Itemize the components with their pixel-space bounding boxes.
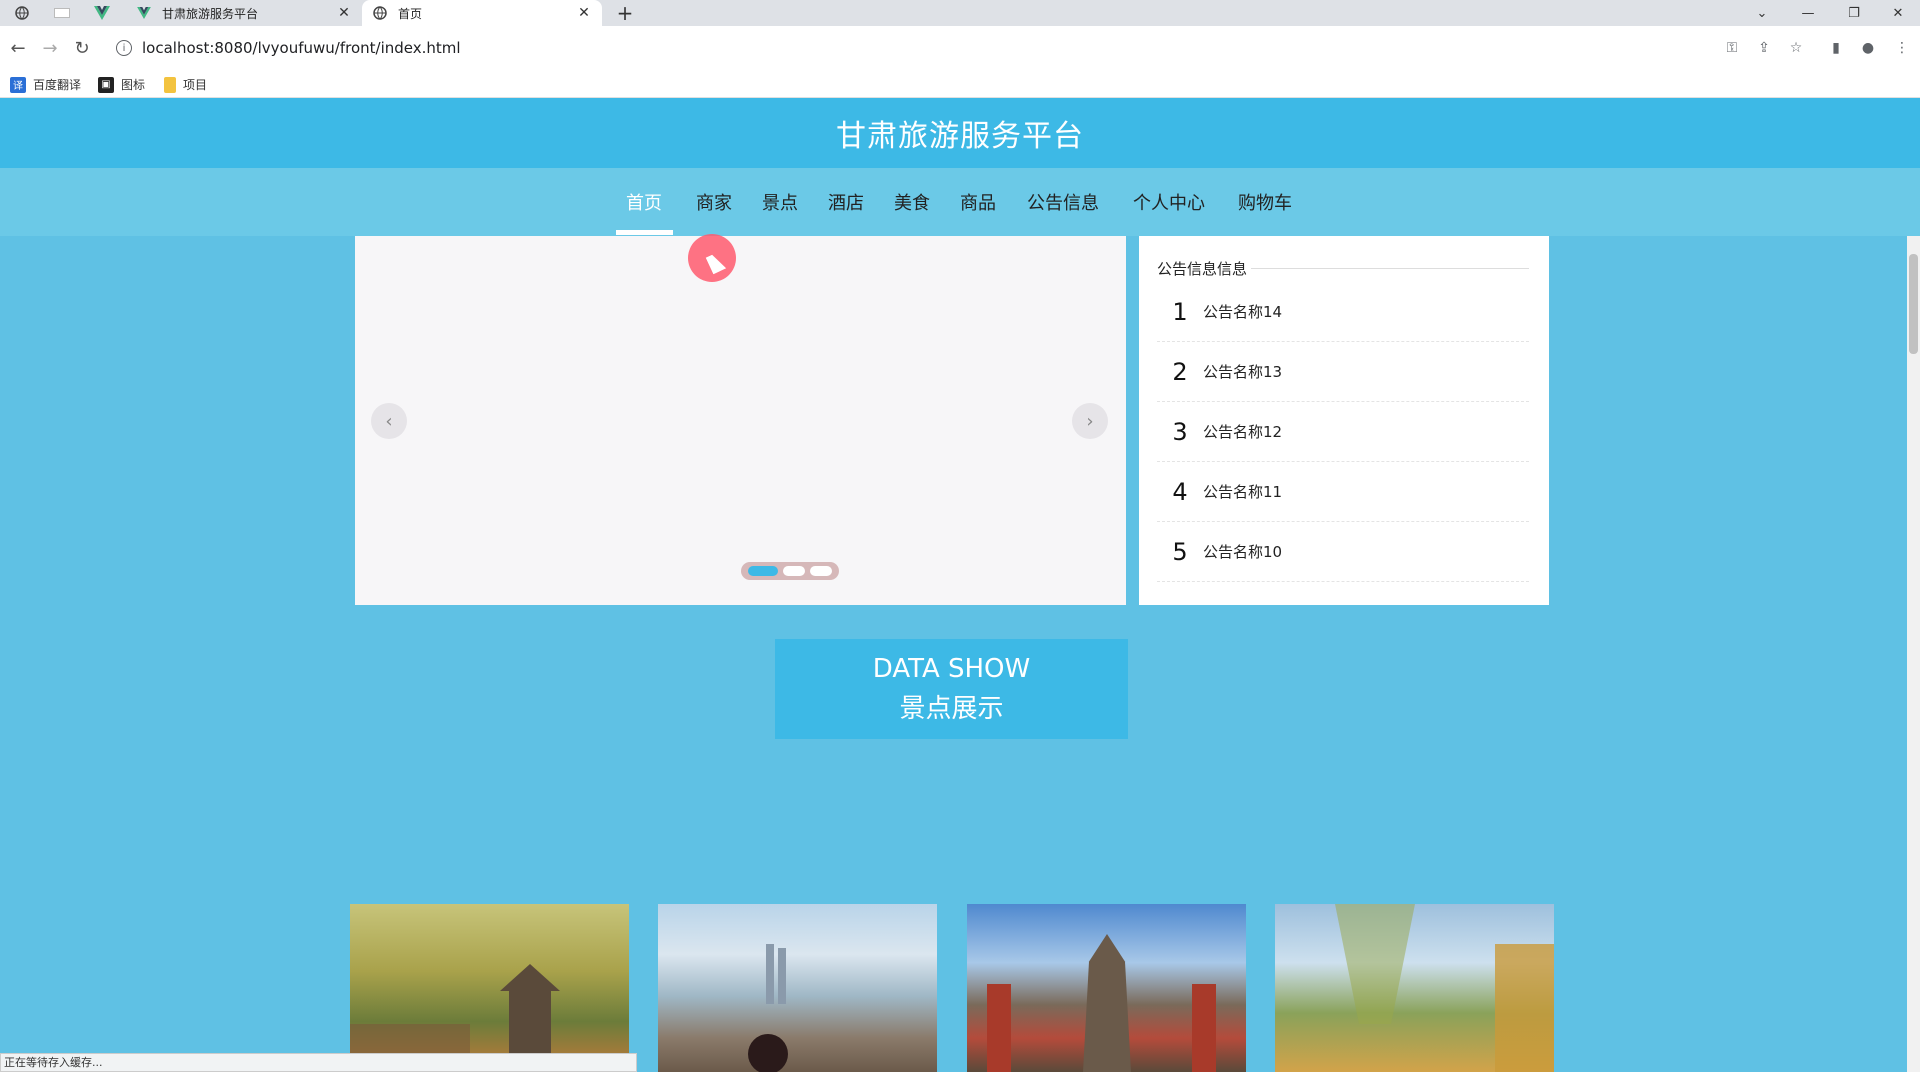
attraction-photo[interactable] — [967, 904, 1246, 1072]
notice-item[interactable]: 3 公告名称12 — [1157, 402, 1529, 462]
nav-home[interactable]: 首页 — [626, 168, 662, 236]
notice-heading-text: 公告信息信息 — [1157, 260, 1248, 278]
nav-hotels[interactable]: 酒店 — [828, 168, 864, 236]
url-field[interactable]: i localhost:8080/lvyoufuwu/front/index.h… — [106, 32, 1706, 64]
bookmark-label: 百度翻译 — [33, 78, 82, 92]
address-bar: ← → ↻ i localhost:8080/lvyoufuwu/front/i… — [0, 26, 1920, 70]
tab-home[interactable]: 首页 ✕ — [362, 0, 602, 26]
star-icon[interactable]: ☆ — [1786, 38, 1806, 58]
notice-title[interactable]: 公告名称14 — [1203, 301, 1282, 322]
side-panel-icon[interactable]: ▮ — [1826, 38, 1846, 58]
banner-carousel[interactable]: ‹ › — [355, 236, 1126, 605]
close-window-icon[interactable]: ✕ — [1876, 0, 1920, 26]
notice-number: 1 — [1172, 297, 1188, 326]
divider — [1251, 268, 1529, 269]
notice-number: 2 — [1172, 357, 1188, 386]
notice-item[interactable]: 1 公告名称14 — [1157, 282, 1529, 342]
tab-title: 首页 — [398, 6, 423, 21]
notice-title[interactable]: 公告名称13 — [1203, 361, 1282, 382]
attraction-photo[interactable] — [1275, 904, 1554, 1072]
site-title: 甘肃旅游服务平台 — [836, 119, 1084, 154]
nav-personal-center[interactable]: 个人中心 — [1133, 168, 1205, 236]
notice-title[interactable]: 公告名称11 — [1203, 481, 1282, 502]
notice-number: 4 — [1172, 477, 1188, 506]
bookmark-baidu-translate[interactable]: 译 百度翻译 — [10, 76, 81, 93]
attraction-photo[interactable] — [658, 904, 937, 1072]
globe-icon[interactable] — [6, 0, 38, 26]
restore-icon[interactable]: ❐ — [1832, 0, 1876, 26]
scrollbar-thumb[interactable] — [1909, 254, 1918, 354]
bookmark-label: 项目 — [183, 78, 208, 92]
carousel-prev-button[interactable]: ‹ — [371, 403, 407, 439]
translate-icon: 译 — [10, 76, 26, 93]
share-icon[interactable]: ⇪ — [1754, 38, 1774, 58]
key-icon[interactable]: ⚿ — [1722, 38, 1742, 58]
nav-merchants[interactable]: 商家 — [696, 168, 732, 236]
tab-gansu-platform[interactable]: 甘肃旅游服务平台 ✕ — [126, 0, 362, 26]
notice-panel: 公告信息信息 1 公告名称14 2 公告名称13 3 公告名称12 4 公告名称… — [1139, 236, 1549, 605]
nav-announcements[interactable]: 公告信息 — [1027, 168, 1099, 236]
nav-products[interactable]: 商品 — [960, 168, 996, 236]
reload-icon[interactable]: ↻ — [68, 34, 96, 62]
notice-title[interactable]: 公告名称10 — [1203, 541, 1282, 562]
url-text: localhost:8080/lvyoufuwu/front/index.htm… — [142, 39, 461, 57]
blank-tab-icon[interactable] — [46, 0, 78, 26]
carousel-indicators — [741, 562, 839, 580]
section-title-en: DATA SHOW — [872, 654, 1031, 684]
profile-icon[interactable]: ● — [1858, 38, 1878, 58]
info-icon[interactable]: i — [116, 40, 132, 56]
browser-tab-bar: 甘肃旅游服务平台 ✕ 首页 ✕ + ⌄ — ❐ ✕ — [0, 0, 1920, 26]
browser-status-bar: 正在等待存入缓存... — [0, 1053, 637, 1072]
vue-tab-icon[interactable] — [86, 0, 118, 26]
bookmark-icons[interactable]: ▣ 图标 — [98, 76, 145, 93]
tab-title: 甘肃旅游服务平台 — [162, 6, 259, 21]
carousel-next-button[interactable]: › — [1072, 403, 1108, 439]
close-tab-icon[interactable]: ✕ — [576, 5, 592, 21]
notice-heading: 公告信息信息 — [1157, 258, 1529, 279]
back-icon[interactable]: ← — [4, 34, 32, 62]
bookmark-projects[interactable]: 项目 — [164, 76, 207, 93]
close-tab-icon[interactable]: ✕ — [336, 5, 352, 21]
notice-list: 1 公告名称14 2 公告名称13 3 公告名称12 4 公告名称11 5 公告… — [1157, 282, 1529, 582]
carousel-dot-1[interactable] — [748, 566, 778, 576]
bookmarks-bar: 译 百度翻译 ▣ 图标 项目 — [0, 70, 1920, 98]
notice-number: 3 — [1172, 417, 1188, 446]
notice-item[interactable]: 4 公告名称11 — [1157, 462, 1529, 522]
notice-number: 5 — [1172, 537, 1188, 566]
carousel-dot-3[interactable] — [810, 566, 832, 576]
section-title-cn: 景点展示 — [899, 694, 1004, 724]
main-nav: 首页 商家 景点 酒店 美食 商品 公告信息 个人中心 购物车 — [0, 168, 1920, 236]
nav-cart[interactable]: 购物车 — [1238, 168, 1292, 236]
carousel-dot-2[interactable] — [783, 566, 805, 576]
notice-item[interactable]: 5 公告名称10 — [1157, 522, 1529, 582]
image-icon: ▣ — [98, 76, 114, 93]
minimize-icon[interactable]: — — [1786, 0, 1830, 26]
site-header: 甘肃旅游服务平台 — [0, 98, 1920, 168]
chevron-left-icon: ‹ — [385, 410, 393, 432]
nav-active-indicator — [616, 230, 673, 235]
menu-icon[interactable]: ⋮ — [1892, 38, 1912, 58]
forward-icon[interactable]: → — [36, 34, 64, 62]
tab-search-icon[interactable]: ⌄ — [1740, 0, 1784, 26]
globe-icon — [372, 5, 388, 21]
folder-icon — [164, 76, 176, 93]
notice-item[interactable]: 2 公告名称13 — [1157, 342, 1529, 402]
nav-food[interactable]: 美食 — [894, 168, 930, 236]
notice-title[interactable]: 公告名称12 — [1203, 421, 1282, 442]
vue-logo-icon — [136, 5, 152, 21]
attraction-photo[interactable] — [350, 904, 629, 1072]
section-title-banner: DATA SHOW 景点展示 — [775, 639, 1128, 739]
plus-icon[interactable]: + — [612, 0, 638, 26]
chevron-right-icon: › — [1086, 410, 1094, 432]
page-scrollbar[interactable] — [1907, 236, 1920, 1072]
bookmark-label: 图标 — [121, 78, 146, 92]
nav-attractions[interactable]: 景点 — [762, 168, 798, 236]
